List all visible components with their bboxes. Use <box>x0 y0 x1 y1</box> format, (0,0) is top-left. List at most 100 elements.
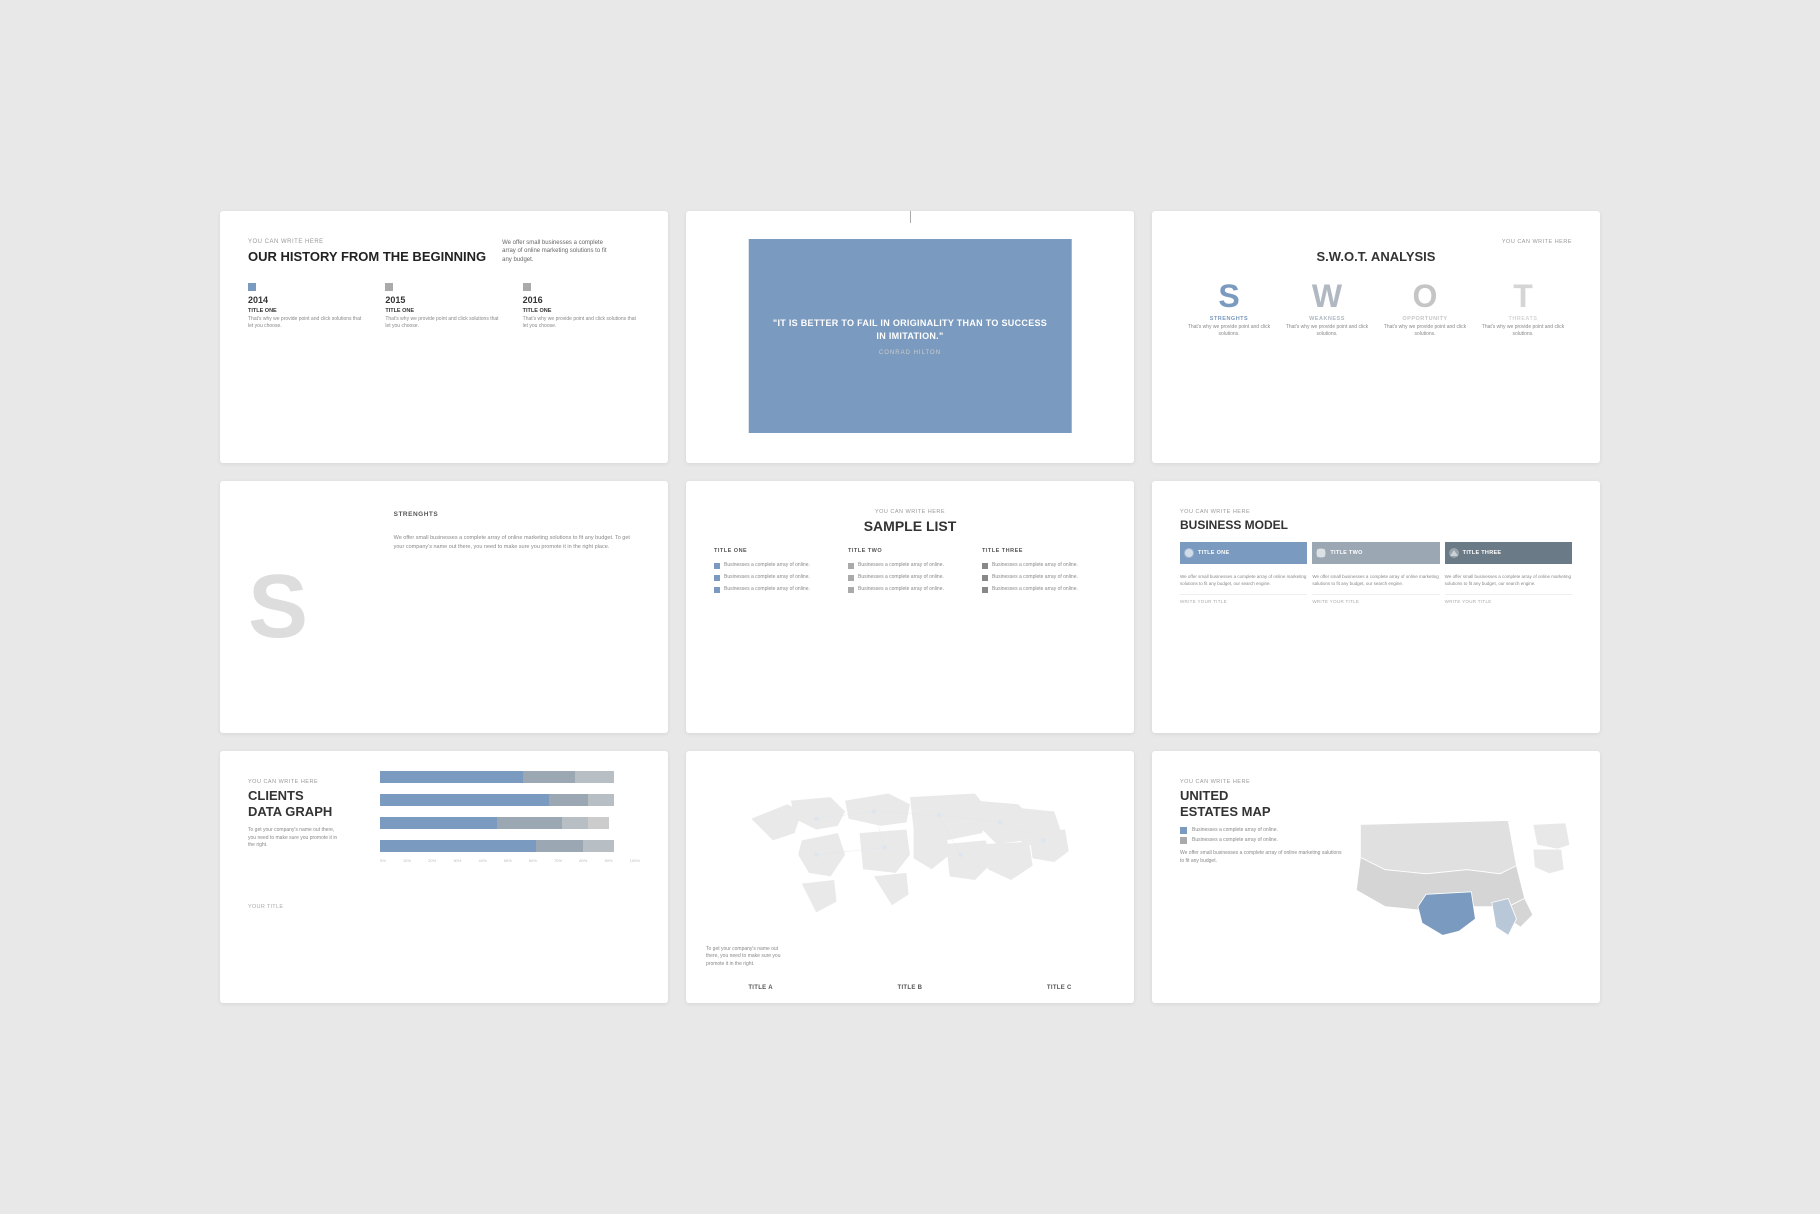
legend-text-1: Businesses a complete array of online. <box>1192 827 1278 834</box>
list-item: Businesses a complete array of online. <box>982 586 1106 593</box>
swot-letter-w: W <box>1278 280 1376 312</box>
bar-seg <box>549 794 588 806</box>
list-text: Businesses a complete array of online. <box>992 562 1078 569</box>
slide-data-graph: YOU CAN WRITE HERE CLIENTS DATA GRAPH To… <box>220 751 668 1003</box>
bar-seg <box>562 817 588 829</box>
tl-text-2014: That's why we provide point and click so… <box>248 316 365 330</box>
eyebrow-bm: YOU CAN WRITE HERE <box>1180 509 1572 515</box>
list-dot <box>982 563 988 569</box>
tab-link-one: WRITE YOUR TITLE <box>1180 594 1307 604</box>
title-swot: S.W.O.T. ANALYSIS <box>1180 249 1572 264</box>
bar-seg <box>588 817 609 829</box>
list-dot <box>848 575 854 581</box>
list-item: Businesses a complete array of online. <box>714 562 838 569</box>
your-title: YOUR TITLE <box>248 904 283 910</box>
bar-seg <box>583 840 614 852</box>
list-text: Businesses a complete array of online. <box>858 586 944 593</box>
list-text: Businesses a complete array of online. <box>858 574 944 581</box>
title-sample: SAMPLE LIST <box>714 518 1106 534</box>
swot-label-s: STRENGHTS <box>1180 316 1278 322</box>
list-col-two: TITLE TWO Businesses a complete array of… <box>848 548 972 598</box>
world-map-labels: TITLE A TITLE B TITLE C <box>686 985 1134 991</box>
list-dot <box>982 587 988 593</box>
timeline-item-2016: 2016 TITLE ONE That's why we provide poi… <box>523 283 640 330</box>
list-dot <box>982 575 988 581</box>
year-2016: 2016 <box>523 295 640 305</box>
tab-text-two: We offer small businesses a complete arr… <box>1312 574 1439 588</box>
col-title-two: TITLE TWO <box>848 548 972 554</box>
timeline-item-2014: 2014 TITLE ONE That's why we provide poi… <box>248 283 365 330</box>
strengths-text: We offer small businesses a complete arr… <box>394 534 640 552</box>
map-label-a: TITLE A <box>748 985 773 991</box>
strengths-content: STRENGHTS We offer small businesses a co… <box>394 511 640 552</box>
strengths-label: STRENGHTS <box>394 511 640 518</box>
bm-tab-contents: We offer small businesses a complete arr… <box>1180 574 1572 604</box>
timeline-item-2015: 2015 TITLE ONE That's why we provide poi… <box>385 283 502 330</box>
tab-label-two: TITLE TWO <box>1330 550 1362 556</box>
swot-text-w: That's why we provide point and click so… <box>1278 324 1376 338</box>
tab-content-one: We offer small businesses a complete arr… <box>1180 574 1307 604</box>
tab-one: TITLE ONE <box>1180 542 1307 564</box>
list-dot <box>714 587 720 593</box>
list-item: Businesses a complete array of online. <box>982 562 1106 569</box>
bar-seg <box>523 771 575 783</box>
chart-axis: 0%10%20%30%40%50%60%70%80%90%100% <box>380 858 640 863</box>
bm-tabs: TITLE ONE TITLE TWO TITLE THREE <box>1180 542 1572 564</box>
tab-icon-two <box>1316 548 1326 558</box>
slide-sample-list: YOU CAN WRITE HERE SAMPLE LIST TITLE ONE… <box>686 481 1134 733</box>
quote-author: CONRAD HILTON <box>879 350 941 356</box>
tl-title-2016: TITLE ONE <box>523 308 640 314</box>
us-desc: We offer small businesses a complete arr… <box>1180 850 1345 865</box>
map-label-c: TITLE C <box>1047 985 1072 991</box>
swot-text-s: That's why we provide point and click so… <box>1180 324 1278 338</box>
map-label-b: TITLE B <box>898 985 923 991</box>
year-2014: 2014 <box>248 295 365 305</box>
list-col-one: TITLE ONE Businesses a complete array of… <box>714 548 838 598</box>
bar-seg <box>497 817 562 829</box>
tab-icon-three <box>1449 548 1459 558</box>
slide-strengths: S STRENGHTS We offer small businesses a … <box>220 481 668 733</box>
swot-letter-t: T <box>1474 280 1572 312</box>
timeline: 2014 TITLE ONE That's why we provide poi… <box>248 283 640 330</box>
eyebrow-history: YOU CAN WRITE HERE <box>248 239 486 245</box>
quote-text: "IT IS BETTER TO FAIL IN ORIGINALITY THA… <box>769 317 1052 344</box>
world-map-svg <box>696 761 1124 963</box>
swot-text-t: That's why we provide point and click so… <box>1474 324 1572 338</box>
list-item: Businesses a complete array of online. <box>982 574 1106 581</box>
slide-us-map: YOU CAN WRITE HERE UNITED ESTATES MAP Bu… <box>1152 751 1600 1003</box>
swot-s: S STRENGHTS That's why we provide point … <box>1180 280 1278 338</box>
eyebrow-graph: YOU CAN WRITE HERE <box>248 779 424 785</box>
swot-o: O OPPORTUNITY That's why we provide poin… <box>1376 280 1474 338</box>
subtitle-history: We offer small businesses a complete arr… <box>502 239 612 273</box>
tab-label-one: TITLE ONE <box>1198 550 1229 556</box>
tab-text-three: We offer small businesses a complete arr… <box>1445 574 1572 588</box>
tl-text-2016: That's why we provide point and click so… <box>523 316 640 330</box>
slide-grid: YOU CAN WRITE HERE OUR HISTORY FROM THE … <box>220 211 1600 1003</box>
eyebrow-swot: YOU CAN WRITE HERE <box>1180 239 1572 245</box>
year-2015: 2015 <box>385 295 502 305</box>
us-legend: Businesses a complete array of online. B… <box>1180 827 1345 844</box>
list-text: Businesses a complete array of online. <box>858 562 944 569</box>
swot-row: S STRENGHTS That's why we provide point … <box>1180 280 1572 338</box>
tab-icon-one <box>1184 548 1194 558</box>
list-text: Businesses a complete array of online. <box>724 562 810 569</box>
tab-three: TITLE THREE <box>1445 542 1572 564</box>
list-item: Businesses a complete array of online. <box>714 574 838 581</box>
eyebrow-sample: YOU CAN WRITE HERE <box>714 509 1106 515</box>
legend-item-2: Businesses a complete array of online. <box>1180 837 1345 844</box>
list-item: Businesses a complete array of online. <box>848 586 972 593</box>
swot-letter-s: S <box>1180 280 1278 312</box>
legend-text-2: Businesses a complete array of online. <box>1192 837 1278 844</box>
list-item: Businesses a complete array of online. <box>848 574 972 581</box>
slide-world-map: To get your company's name out there, yo… <box>686 751 1134 1003</box>
list-dot <box>848 587 854 593</box>
us-map-svg-container <box>1344 781 1590 983</box>
slide-business-model: YOU CAN WRITE HERE BUSINESS MODEL TITLE … <box>1152 481 1600 733</box>
slide-swot: YOU CAN WRITE HERE S.W.O.T. ANALYSIS S S… <box>1152 211 1600 463</box>
legend-dot-1 <box>1180 827 1187 834</box>
title-history: OUR HISTORY FROM THE BEGINNING <box>248 249 486 265</box>
legend-item-1: Businesses a complete array of online. <box>1180 827 1345 834</box>
tab-two: TITLE TWO <box>1312 542 1439 564</box>
quote-inner: "IT IS BETTER TO FAIL IN ORIGINALITY THA… <box>686 211 1134 463</box>
list-col-three: TITLE THREE Businesses a complete array … <box>982 548 1106 598</box>
